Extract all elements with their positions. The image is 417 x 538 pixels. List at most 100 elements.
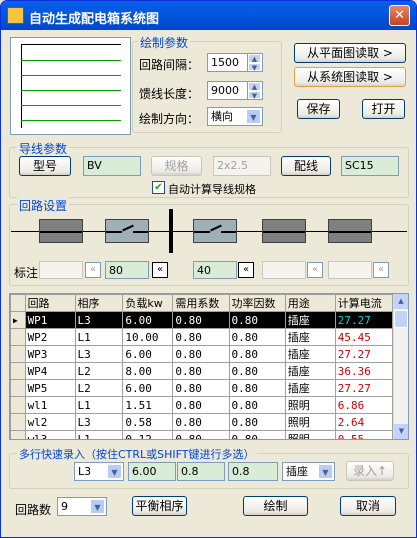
circuit-breaker-4[interactable] [262,219,306,243]
quick-load-input[interactable]: 6.00 [128,462,176,481]
row-header[interactable]: ▶ [10,311,26,329]
table-cell[interactable]: 6.00 [122,379,174,397]
model-input[interactable]: BV [83,156,141,176]
col-load[interactable]: 负载kw [122,294,174,312]
switch-icon[interactable] [105,219,149,243]
model-button[interactable]: 型号 [19,156,71,176]
table-row[interactable]: WP4 L2 8.00 0.80 0.80 插座 36.36 [10,362,394,380]
table-cell[interactable]: WP3 [24,345,76,363]
balance-button[interactable]: 平衡相序 [132,496,187,516]
table-cell[interactable]: 照明 [284,396,336,414]
wiring-input[interactable]: SC15 [341,156,399,176]
table-cell[interactable]: 插座 [284,362,336,380]
table-cell[interactable]: 0.80 [172,345,230,363]
col-circuit[interactable]: 回路 [24,294,76,312]
table-row[interactable]: WP2 L1 10.00 0.80 0.80 插座 45.45 [10,328,394,346]
table-cell[interactable]: 照明 [284,413,336,431]
cancel-button[interactable]: 取消 [340,496,396,516]
circuit-breaker-1[interactable] [39,219,83,243]
row-header[interactable] [10,396,26,414]
auto-calc-checkbox[interactable]: ✔ [152,181,165,194]
tag-apply-icon-2[interactable]: « [152,262,168,278]
table-cell[interactable]: 插座 [284,311,336,329]
table-cell[interactable]: 27.27 [334,345,394,363]
table-row[interactable]: wl1 L1 1.51 0.80 0.80 照明 6.86 [10,396,394,414]
table-cell[interactable]: 照明 [284,430,336,439]
col-demand[interactable]: 需用系数 [172,294,230,312]
save-button[interactable]: 保存 [297,99,340,119]
table-cell[interactable]: 2.64 [334,413,394,431]
table-row[interactable]: wl2 L3 0.58 0.80 0.80 照明 2.64 [10,413,394,431]
table-cell[interactable]: L3 [74,413,124,431]
switch-icon-2[interactable] [193,219,237,243]
table-row[interactable]: wl3 L1 0.12 0.80 0.80 照明 0.55 [10,430,394,439]
table-cell[interactable]: 0.80 [172,413,230,431]
row-header[interactable] [10,345,26,363]
row-header[interactable] [10,430,26,439]
table-cell[interactable]: 0.80 [228,396,286,414]
quick-demand-input[interactable]: 0.8 [177,462,225,481]
quick-phase-select[interactable]: L3 ▼ [74,462,124,481]
table-cell[interactable]: 36.36 [334,362,394,380]
table-cell[interactable]: 27.27 [334,311,394,329]
table-cell[interactable]: WP1 [24,311,76,329]
table-row[interactable]: WP3 L3 6.00 0.80 0.80 插座 27.27 [10,345,394,363]
table-cell[interactable]: 0.80 [172,430,230,439]
row-header[interactable] [10,362,26,380]
table-cell[interactable]: 0.12 [122,430,174,439]
table-cell[interactable]: wl3 [24,430,76,439]
table-cell[interactable]: 0.80 [228,430,286,439]
table-cell[interactable]: 6.00 [122,311,174,329]
table-cell[interactable]: 0.55 [334,430,394,439]
col-use[interactable]: 用途 [284,294,336,312]
table-cell[interactable]: L2 [74,362,124,380]
col-current[interactable]: 计算电流 [334,294,394,312]
tag-input-3[interactable]: 40 [193,261,237,279]
feeder-spinner[interactable]: ▲ ▼ [247,82,261,99]
spacing-spinner[interactable]: ▲ ▼ [247,54,261,71]
table-cell[interactable]: 10.00 [122,328,174,346]
table-cell[interactable]: wl2 [24,413,76,431]
table-cell[interactable]: L1 [74,430,124,439]
read-system-button[interactable]: 从系统图读取 > [294,67,406,87]
row-header[interactable] [10,328,26,346]
direction-select[interactable]: 横向 ▼ [207,107,263,126]
count-select[interactable]: 9 ▼ [57,497,107,516]
table-cell[interactable]: 0.80 [172,311,230,329]
table-cell[interactable]: 插座 [284,345,336,363]
table-cell[interactable]: 0.80 [172,379,230,397]
table-cell[interactable]: 插座 [284,328,336,346]
table-cell[interactable]: 0.80 [228,362,286,380]
tag-apply-icon-3[interactable]: « [238,262,254,278]
table-row[interactable]: ▶ WP1 L3 6.00 0.80 0.80 插座 27.27 [10,311,394,329]
table-cell[interactable]: 0.80 [228,328,286,346]
table-cell[interactable]: 27.27 [334,379,394,397]
table-cell[interactable]: L3 [74,311,124,329]
draw-button[interactable]: 绘制 [243,496,308,516]
table-cell[interactable]: 0.58 [122,413,174,431]
row-header[interactable] [10,413,26,431]
row-header[interactable] [10,379,26,397]
read-plan-button[interactable]: 从平面图读取 > [294,43,406,63]
table-cell[interactable]: 0.80 [228,379,286,397]
table-cell[interactable]: L3 [74,345,124,363]
wiring-button[interactable]: 配线 [281,156,331,176]
circuit-breaker-5[interactable] [328,219,372,243]
table-cell[interactable]: 0.80 [228,413,286,431]
table-cell[interactable]: L1 [74,396,124,414]
col-phase[interactable]: 相序 [74,294,124,312]
table-cell[interactable]: WP5 [24,379,76,397]
table-cell[interactable]: 0.80 [172,396,230,414]
quick-pf-input[interactable]: 0.8 [228,462,278,481]
table-cell[interactable]: 0.80 [228,345,286,363]
col-pf[interactable]: 功率因数 [228,294,286,312]
table-cell[interactable]: 0.80 [228,311,286,329]
table-row[interactable]: WP5 L2 6.00 0.80 0.80 插座 27.27 [10,379,394,397]
table-cell[interactable]: 0.80 [172,362,230,380]
table-cell[interactable]: L2 [74,379,124,397]
table-cell[interactable]: wl1 [24,396,76,414]
table-cell[interactable]: 6.86 [334,396,394,414]
table-cell[interactable]: L1 [74,328,124,346]
table-cell[interactable]: WP4 [24,362,76,380]
open-button[interactable]: 打开 [362,99,405,119]
